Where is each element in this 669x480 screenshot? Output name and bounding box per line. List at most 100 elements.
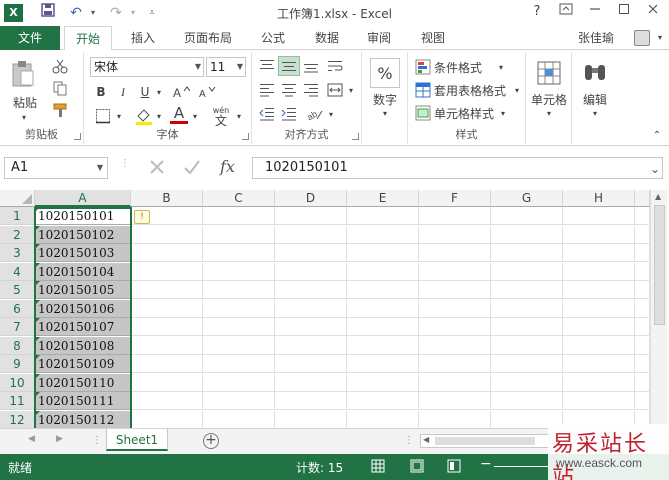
tab-insert[interactable]: 插入	[120, 26, 166, 50]
row-header[interactable]: 7	[0, 318, 35, 336]
grid-cell[interactable]	[275, 318, 347, 336]
cell-a[interactable]: 1020150105	[35, 281, 131, 299]
grid-cell[interactable]	[563, 262, 635, 281]
align-center-icon[interactable]	[278, 80, 300, 100]
close-button[interactable]	[640, 2, 666, 22]
grid-cell[interactable]	[419, 299, 491, 318]
grid-cell[interactable]	[491, 373, 563, 392]
tab-data[interactable]: 数据	[306, 26, 348, 50]
user-name[interactable]: 张佳瑜	[578, 26, 614, 50]
grid-cell[interactable]	[347, 207, 419, 225]
bold-button[interactable]: B	[92, 82, 110, 102]
grid-cell[interactable]	[203, 225, 275, 244]
zoom-slider[interactable]	[494, 466, 548, 467]
grid-cell[interactable]	[131, 262, 203, 281]
grid-cell[interactable]	[419, 207, 491, 225]
grid-cell[interactable]	[563, 392, 635, 410]
grid-cell[interactable]	[635, 244, 650, 262]
formula-bar-grip-icon[interactable]: ⋮	[120, 159, 130, 176]
borders-icon[interactable]	[92, 106, 114, 126]
grid-cell[interactable]	[203, 262, 275, 281]
cells-icon[interactable]	[534, 58, 564, 88]
cell-a[interactable]: 1020150102	[35, 225, 131, 244]
scroll-left-icon[interactable]: ◀	[423, 435, 429, 444]
font-color-button[interactable]: A	[170, 104, 188, 124]
cell-a[interactable]: 1020150111	[35, 392, 131, 410]
grid-cell[interactable]	[419, 244, 491, 262]
worksheet-grid[interactable]: A B C D E F G H 1 1020150101 2 1020150102 3 1…	[0, 190, 669, 428]
grid-cell[interactable]	[275, 225, 347, 244]
horizontal-scroll-thumb[interactable]	[435, 437, 535, 445]
column-header-f[interactable]: F	[419, 190, 491, 207]
cells-button[interactable]: 单元格	[526, 90, 572, 108]
enter-check-icon[interactable]	[182, 157, 202, 181]
grid-cell[interactable]	[131, 225, 203, 244]
underline-button[interactable]: U	[136, 82, 154, 102]
sheet-tab-sheet1[interactable]: Sheet1	[106, 429, 168, 451]
grid-cell[interactable]	[275, 262, 347, 281]
align-left-icon[interactable]	[256, 80, 278, 100]
paste-dropdown-icon[interactable]: ▾	[14, 112, 34, 122]
page-break-view-icon[interactable]	[447, 459, 461, 476]
cell-a[interactable]: 1020150108	[35, 336, 131, 355]
row-header[interactable]: 10	[0, 373, 35, 392]
cell-styles-button[interactable]: 单元格样式	[434, 104, 498, 122]
grid-cell[interactable]	[491, 225, 563, 244]
grid-cell[interactable]	[419, 225, 491, 244]
grid-cell[interactable]	[347, 392, 419, 410]
conditional-formatting-icon[interactable]	[414, 58, 432, 76]
hscroll-split-icon[interactable]: ⋮	[404, 435, 414, 446]
format-painter-icon[interactable]	[50, 100, 70, 120]
column-header-e[interactable]: E	[347, 190, 419, 207]
align-bottom-icon[interactable]	[300, 56, 322, 76]
conditional-formatting-button[interactable]: 条件格式	[434, 58, 496, 76]
grid-cell[interactable]	[131, 355, 203, 373]
grid-cell[interactable]	[275, 355, 347, 373]
merge-center-icon[interactable]	[324, 80, 346, 100]
grid-cell[interactable]	[347, 262, 419, 281]
vertical-scroll-thumb[interactable]	[654, 205, 665, 325]
grid-cell[interactable]	[131, 281, 203, 299]
cell-styles-dropdown-icon[interactable]: ▾	[498, 104, 508, 122]
column-header-d[interactable]: D	[275, 190, 347, 207]
grid-cell[interactable]	[491, 392, 563, 410]
grid-cell[interactable]	[491, 244, 563, 262]
grid-cell[interactable]	[203, 336, 275, 355]
grid-cell[interactable]	[131, 299, 203, 318]
grid-cell[interactable]	[275, 392, 347, 410]
grid-cell[interactable]	[635, 355, 650, 373]
ribbon-display-options-icon[interactable]	[553, 2, 579, 22]
row-header[interactable]: 1	[0, 207, 35, 225]
format-as-table-icon[interactable]	[414, 81, 432, 99]
orientation-dropdown-icon[interactable]: ▾	[326, 104, 336, 124]
grid-cell[interactable]	[563, 318, 635, 336]
grid-cell[interactable]	[635, 299, 650, 318]
cell-a[interactable]: 1020150109	[35, 355, 131, 373]
font-grow-icon[interactable]: A	[170, 82, 192, 102]
zoom-out-icon[interactable]: −	[480, 456, 492, 472]
grid-cell[interactable]	[635, 207, 650, 225]
grid-cell[interactable]	[491, 281, 563, 299]
editing-dropdown-icon[interactable]: ▾	[586, 108, 604, 118]
grid-cell[interactable]	[347, 410, 419, 428]
cell-a[interactable]: 1020150110	[35, 373, 131, 392]
cut-icon[interactable]	[50, 56, 70, 76]
format-as-table-button[interactable]: 套用表格格式	[434, 81, 512, 99]
tab-review[interactable]: 审阅	[358, 26, 400, 50]
underline-dropdown-icon[interactable]: ▾	[154, 82, 164, 102]
grid-cell[interactable]	[275, 207, 347, 225]
grid-cell[interactable]	[419, 355, 491, 373]
grid-cell[interactable]	[347, 299, 419, 318]
grid-cell[interactable]	[491, 207, 563, 225]
font-shrink-icon[interactable]: A	[196, 82, 218, 102]
grid-cell[interactable]	[275, 244, 347, 262]
cell-styles-icon[interactable]	[414, 104, 432, 122]
decrease-indent-icon[interactable]	[256, 104, 278, 124]
grid-cell[interactable]	[203, 373, 275, 392]
font-size-combo[interactable]: 11 ▼	[206, 57, 246, 77]
grid-cell[interactable]	[203, 299, 275, 318]
error-warning-icon[interactable]: !	[134, 210, 150, 224]
grid-cell[interactable]	[347, 244, 419, 262]
grid-cell[interactable]	[563, 281, 635, 299]
column-header-g[interactable]: G	[491, 190, 563, 207]
